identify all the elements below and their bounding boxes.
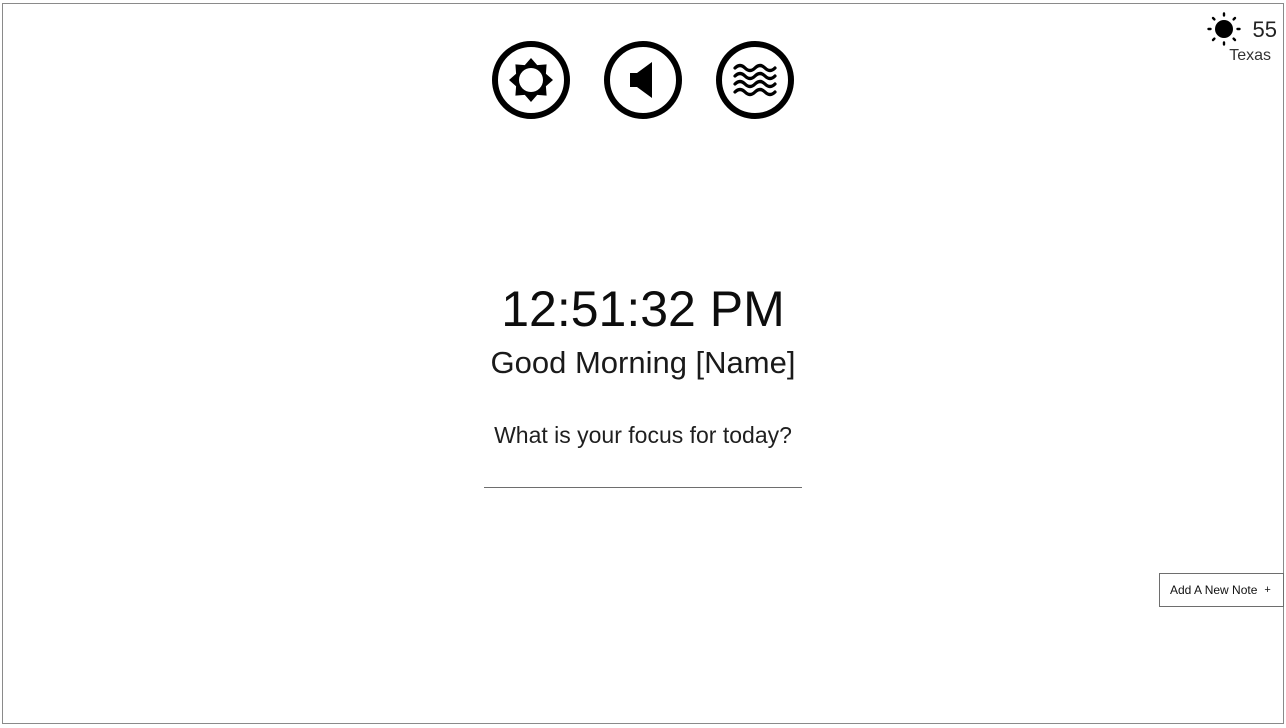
plus-icon: + [1264, 584, 1271, 596]
greeting-text: Good Morning [Name] [490, 345, 796, 380]
weather-temperature: 55 [1252, 17, 1277, 42]
brightness-icon [492, 41, 570, 119]
brightness-button[interactable] [491, 40, 571, 120]
weather-location: Texas [1229, 47, 1271, 64]
waves-button[interactable] [715, 40, 795, 120]
add-note-button[interactable]: Add A New Note + [1159, 573, 1284, 607]
add-note-label: Add A New Note [1170, 583, 1258, 597]
weather-widget[interactable]: 55 Texas [1207, 12, 1277, 68]
waves-icon [716, 41, 794, 119]
sun-icon [1207, 12, 1241, 46]
volume-icon [604, 41, 682, 119]
focus-question: What is your focus for today? [494, 422, 792, 448]
volume-button[interactable] [603, 40, 683, 120]
clock-time: 12:51:32 PM [501, 281, 785, 337]
top-toolbar [491, 40, 795, 120]
focus-input[interactable] [484, 462, 802, 488]
